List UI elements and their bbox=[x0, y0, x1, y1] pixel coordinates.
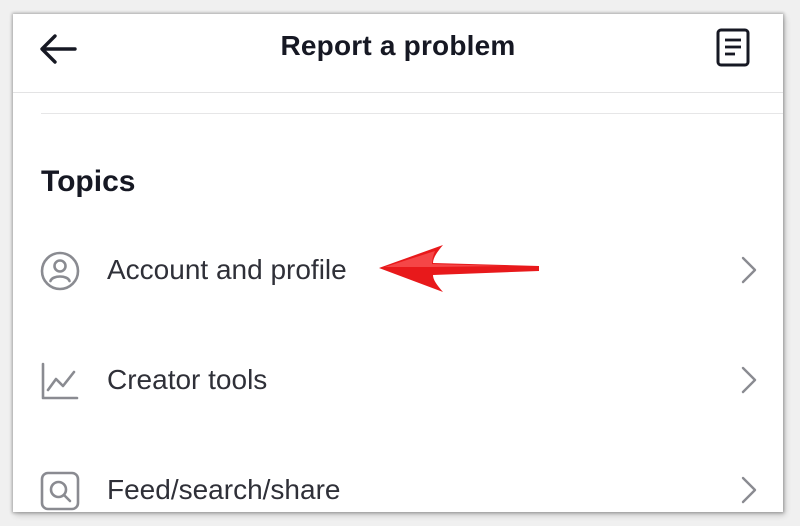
topic-label: Creator tools bbox=[107, 364, 268, 395]
line-chart-icon bbox=[41, 362, 79, 400]
header-bar: Report a problem bbox=[13, 14, 783, 93]
chevron-right-icon bbox=[741, 256, 757, 284]
topic-row-creator-tools[interactable]: Creator tools bbox=[13, 340, 783, 420]
person-circle-icon bbox=[40, 251, 80, 291]
topic-row-account-and-profile[interactable]: Account and profile bbox=[13, 230, 783, 310]
search-square-icon bbox=[40, 471, 80, 511]
chevron-right-icon bbox=[741, 366, 757, 394]
page-title: Report a problem bbox=[280, 30, 516, 61]
document-list-icon bbox=[716, 28, 750, 67]
report-history-button[interactable] bbox=[709, 24, 757, 72]
section-divider bbox=[41, 113, 783, 114]
topic-label: Account and profile bbox=[107, 254, 347, 285]
topic-row-feed-search-share[interactable]: Feed/search/share bbox=[13, 450, 783, 512]
report-problem-screen: Report a problem Topics Account and prof… bbox=[13, 14, 783, 512]
topic-label: Feed/search/share bbox=[107, 474, 341, 505]
chevron-right-icon bbox=[741, 476, 757, 504]
topics-heading: Topics bbox=[41, 165, 136, 198]
